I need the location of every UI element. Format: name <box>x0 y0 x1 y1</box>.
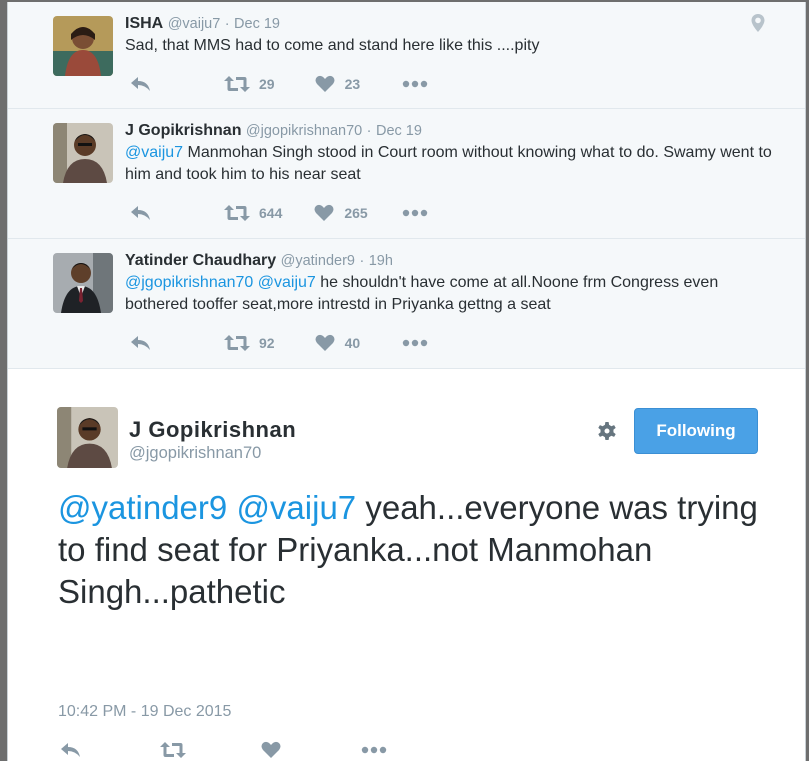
reply-icon <box>61 743 80 757</box>
avatar[interactable] <box>53 16 113 76</box>
retweet-button[interactable]: 29 <box>224 75 275 93</box>
heart-icon <box>315 334 335 351</box>
main-tweet: J Gopikrishnan @jgopikrishnan70 Followin… <box>8 369 805 761</box>
author-handle[interactable]: @vaiju7 <box>168 16 221 32</box>
author-handle[interactable]: @yatinder9 <box>281 253 355 269</box>
reply-icon <box>131 336 150 350</box>
avatar[interactable] <box>53 253 113 313</box>
author-name[interactable]: Yatinder Chaudhary <box>125 252 276 269</box>
retweet-button[interactable]: 644 <box>224 204 282 222</box>
reply-tweet[interactable]: ISHA @vaiju7 · Dec 19 Sad, that MMS had … <box>8 2 805 109</box>
tweet-dialog: ISHA @vaiju7 · Dec 19 Sad, that MMS had … <box>7 2 806 761</box>
separator-dot: · <box>359 253 365 269</box>
author-name[interactable]: ISHA <box>125 15 163 32</box>
tweet-timestamp[interactable]: 10:42 PM - 19 Dec 2015 <box>58 703 231 721</box>
author-handle[interactable]: @jgopikrishnan70 <box>246 123 362 139</box>
author-name[interactable]: J Gopikrishnan <box>129 417 296 443</box>
separator-dot: · <box>366 123 372 139</box>
tweet-actions <box>60 741 387 759</box>
retweet-icon <box>224 76 250 92</box>
more-button[interactable] <box>402 80 428 88</box>
retweet-count: 92 <box>259 335 275 351</box>
text-segment: Manmohan Singh stood in Court room witho… <box>125 144 772 183</box>
mention-link[interactable]: @vaiju7 <box>258 274 316 291</box>
more-icon <box>361 746 387 754</box>
like-count: 40 <box>344 335 361 351</box>
heart-icon <box>261 741 281 758</box>
like-button[interactable]: 23 <box>315 75 361 93</box>
gear-icon[interactable] <box>595 419 619 448</box>
reply-tweet[interactable]: Yatinder Chaudhary @yatinder9 · 19h @jgo… <box>8 239 805 369</box>
reply-button[interactable] <box>130 204 152 222</box>
reply-tweet[interactable]: J Gopikrishnan @jgopikrishnan70 · Dec 19… <box>8 109 805 239</box>
like-button[interactable]: 40 <box>315 334 361 352</box>
location-pin-icon[interactable] <box>751 14 765 37</box>
avatar[interactable] <box>57 407 118 468</box>
retweet-icon <box>160 742 186 758</box>
separator-dot: · <box>224 16 230 32</box>
more-icon <box>402 80 428 88</box>
heart-icon <box>315 75 335 92</box>
retweet-button[interactable]: 92 <box>224 334 275 352</box>
tweet-text: Sad, that MMS had to come and stand here… <box>125 35 785 57</box>
retweet-button[interactable] <box>160 741 186 759</box>
text-segment: Sad, that MMS had to come and stand here… <box>125 37 540 54</box>
like-button[interactable]: 265 <box>314 204 368 222</box>
tweet-date[interactable]: Dec 19 <box>376 123 422 139</box>
following-button[interactable]: Following <box>634 408 758 454</box>
reply-button[interactable] <box>130 334 152 352</box>
retweet-icon <box>224 335 250 351</box>
reply-button[interactable] <box>130 75 152 93</box>
retweet-count: 29 <box>259 76 275 92</box>
tweet-date[interactable]: 19h <box>369 253 393 269</box>
retweet-count: 644 <box>259 205 283 221</box>
avatar[interactable] <box>53 123 113 183</box>
mention-link[interactable]: @vaiju7 <box>125 144 183 161</box>
tweet-text: @jgopikrishnan70 @vaiju7 he shouldn't ha… <box>125 272 785 316</box>
mention-link[interactable]: @yatinder9 <box>58 489 227 526</box>
author-handle[interactable]: @jgopikrishnan70 <box>129 444 261 463</box>
more-icon <box>402 209 427 217</box>
like-count: 23 <box>344 76 361 92</box>
more-button[interactable] <box>402 209 428 217</box>
reply-icon <box>131 206 150 220</box>
mention-link[interactable]: @vaiju7 <box>236 489 356 526</box>
retweet-icon <box>224 205 250 221</box>
more-icon <box>402 339 428 347</box>
reply-icon <box>131 77 150 91</box>
tweet-text: @vaiju7 Manmohan Singh stood in Court ro… <box>125 142 785 186</box>
more-button[interactable] <box>361 746 387 754</box>
tweet-date[interactable]: Dec 19 <box>234 16 280 32</box>
like-count: 265 <box>344 205 368 221</box>
heart-icon <box>314 204 334 221</box>
more-button[interactable] <box>402 339 428 347</box>
like-button[interactable] <box>261 741 281 759</box>
tweet-text: @yatinder9 @vaiju7 yeah...everyone was t… <box>58 487 758 613</box>
mention-link[interactable]: @jgopikrishnan70 <box>125 274 253 291</box>
reply-button[interactable] <box>60 741 82 759</box>
author-name[interactable]: J Gopikrishnan <box>125 122 241 139</box>
